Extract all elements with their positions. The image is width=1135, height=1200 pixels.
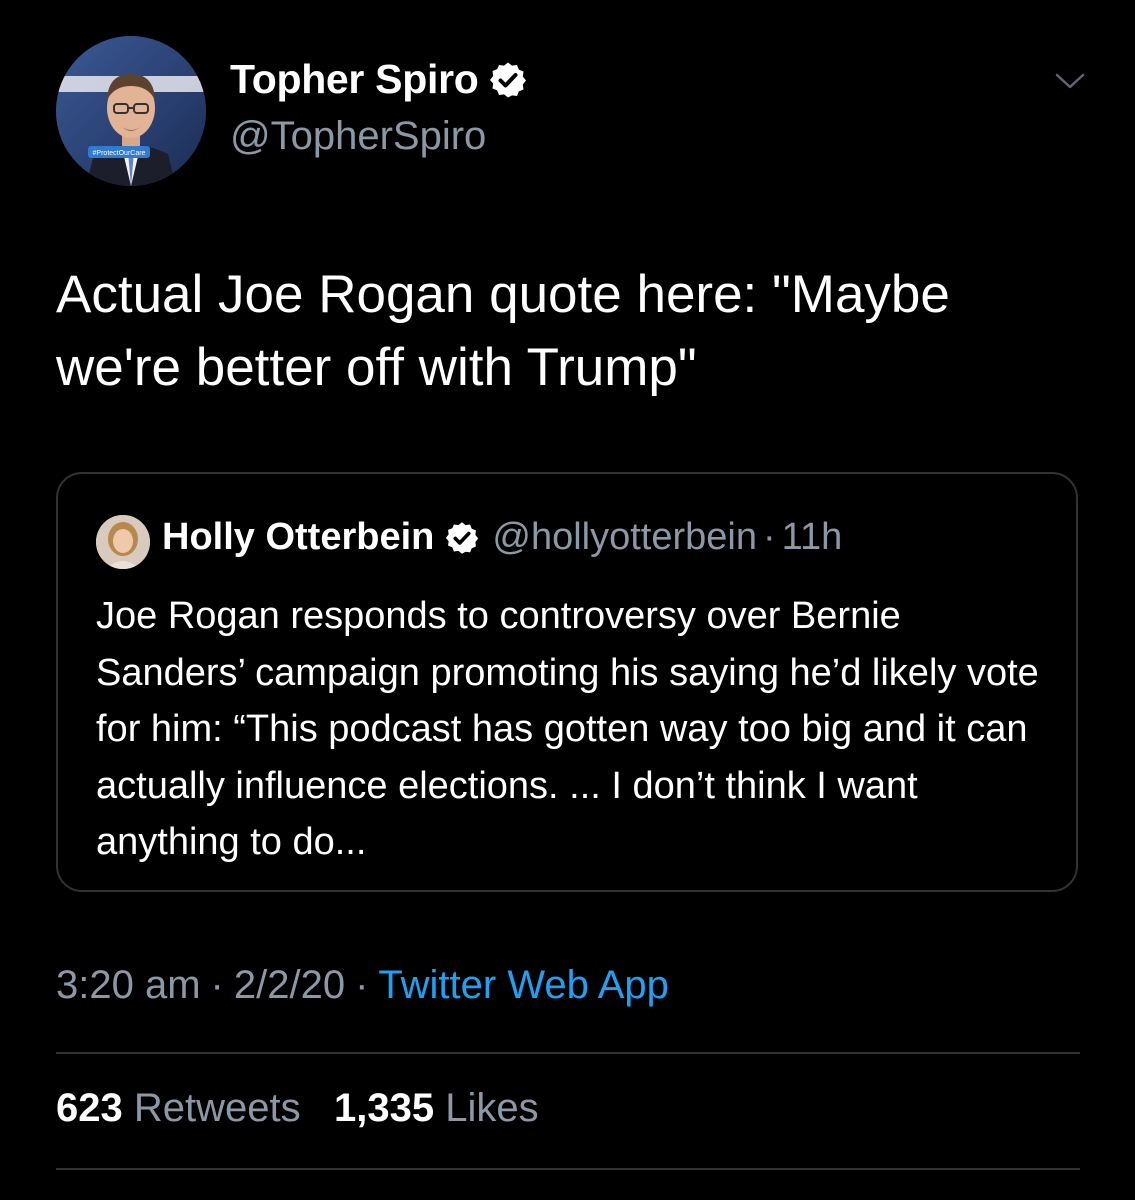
- author-handle[interactable]: @TopherSpiro: [230, 114, 486, 159]
- tweet-date[interactable]: 2/2/20: [234, 963, 345, 1007]
- quoted-tweet-card[interactable]: Holly Otterbein @hollyotterbein · 11h Jo…: [56, 472, 1078, 892]
- tweet-detail: #ProtectOurCare Topher Spiro @TopherSpir…: [0, 0, 1135, 1200]
- likes-stat[interactable]: 1,335 Likes: [334, 1086, 539, 1130]
- author-name[interactable]: Topher Spiro: [230, 56, 479, 103]
- verified-badge-icon: [490, 62, 527, 97]
- quoted-tweet-text: Joe Rogan responds to controversy over B…: [96, 595, 1039, 863]
- retweets-count: 623: [56, 1086, 123, 1130]
- tweet-time[interactable]: 3:20 am: [56, 963, 201, 1007]
- divider: [56, 1052, 1080, 1054]
- separator-dot: ·: [210, 963, 224, 1007]
- separator-dot: ·: [355, 963, 369, 1007]
- retweets-label: Retweets: [133, 1086, 301, 1130]
- svg-text:#ProtectOurCare: #ProtectOurCare: [93, 150, 146, 157]
- chevron-down-icon[interactable]: [1052, 66, 1088, 96]
- likes-count: 1,335: [333, 1086, 435, 1130]
- author-name-row[interactable]: Topher Spiro: [230, 56, 528, 103]
- quoted-author-name[interactable]: Holly Otterbein: [162, 516, 434, 559]
- quoted-author-handle[interactable]: @hollyotterbein: [492, 516, 757, 559]
- tweet-source-link[interactable]: Twitter Web App: [378, 963, 669, 1007]
- likes-label: Likes: [445, 1086, 539, 1130]
- retweets-stat[interactable]: 623 Retweets: [56, 1086, 301, 1130]
- quoted-tweet-header: Holly Otterbein @hollyotterbein · 11h: [162, 516, 842, 559]
- tweet-metadata: 3:20 am · 2/2/20 · Twitter Web App: [56, 963, 669, 1008]
- divider: [56, 1168, 1080, 1170]
- author-avatar[interactable]: #ProtectOurCare: [56, 36, 206, 186]
- verified-badge-icon: [446, 521, 479, 554]
- quoted-author-avatar[interactable]: [96, 515, 150, 569]
- author-avatar-image: #ProtectOurCare: [56, 36, 206, 186]
- tweet-text: Actual Joe Rogan quote here: "Maybe we'r…: [56, 265, 950, 397]
- quoted-author-avatar-image: [96, 515, 150, 569]
- tweet-stats: 623 Retweets 1,335 Likes: [56, 1086, 539, 1131]
- separator-dot: ·: [762, 516, 776, 558]
- quoted-tweet-time[interactable]: 11h: [782, 516, 843, 559]
